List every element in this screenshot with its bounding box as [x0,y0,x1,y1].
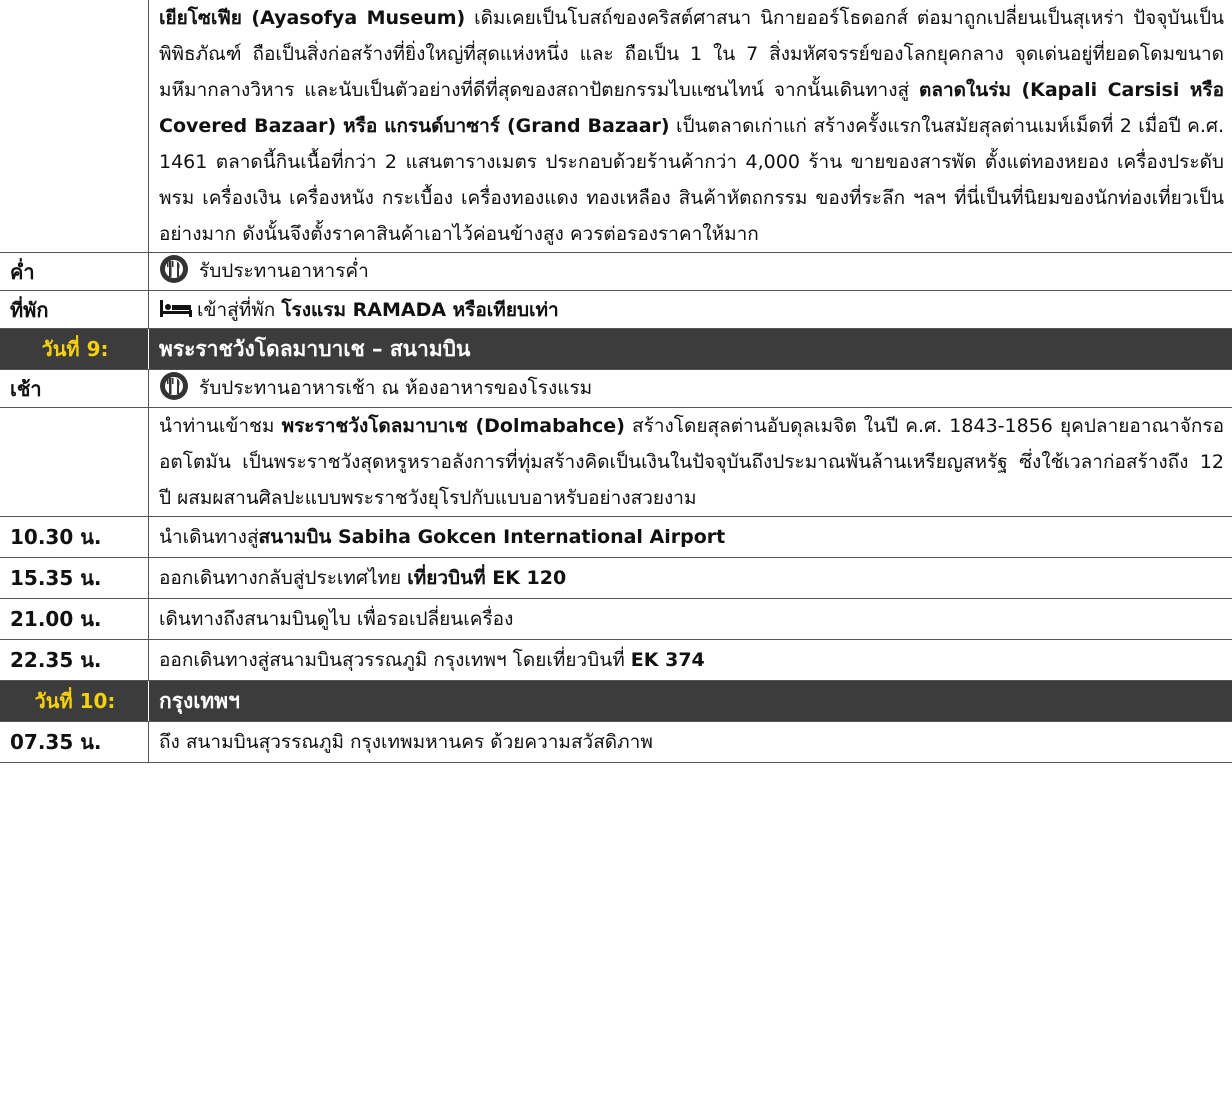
flight-number: EK 374 [630,649,705,671]
highlight-text: พระราชวังโดลมาบาเช (Dolmabahce) [281,415,625,437]
table-row: ที่พัก เข้าสู่ที่พัก โรงแรม RAMADA หรือเ… [0,290,1232,329]
table-row: 10.30 น. นำเดินทางสู่สนามบิน Sabiha Gokc… [0,516,1232,558]
description-cell: นำท่านเข้าชม พระราชวังโดลมาบาเช (Dolmaba… [148,407,1232,517]
time-cell: เช้า [0,369,149,408]
time-cell: 07.35 น. [0,721,149,763]
day-label: วันที่ 9: [0,328,149,370]
event-bold: สนามบิน Sabiha Gokcen International Airp… [258,526,726,548]
description-cell: รับประทานอาหารค่ำ [148,252,1232,291]
meal-text: รับประทานอาหารเช้า ณ ห้องอาหารของโรงแรม [199,377,593,399]
table-row: 22.35 น. ออกเดินทางสู่สนามบินสุวรรณภูมิ … [0,639,1232,681]
day-title: พระราชวังโดลมาบาเช – สนามบิน [148,328,1232,370]
hotel-name: โรงแรม RAMADA หรือเทียบเท่า [281,298,559,321]
day-header-row: วันที่ 9: พระราชวังโดลมาบาเช – สนามบิน [0,328,1232,370]
hotel-text: เข้าสู่ที่พัก [197,298,282,321]
table-row: เยียโซเฟีย (Ayasofya Museum) เดิมเคยเป็น… [0,0,1232,253]
description-cell: เดินทางถึงสนามบินดูไบ เพื่อรอเปลี่ยนเครื… [148,598,1232,640]
description-cell: ถึง สนามบินสุวรรณภูมิ กรุงเทพมหานคร ด้วย… [148,721,1232,763]
meal-text: รับประทานอาหารค่ำ [199,260,369,282]
description-cell: เยียโซเฟีย (Ayasofya Museum) เดิมเคยเป็น… [148,0,1232,253]
event-text: ออกเดินทางกลับสู่ประเทศไทย [159,567,408,589]
time-cell: 21.00 น. [0,598,149,640]
time-cell [0,407,149,517]
table-row: นำท่านเข้าชม พระราชวังโดลมาบาเช (Dolmaba… [0,407,1232,517]
flight-number: เที่ยวบินที่ EK 120 [407,567,567,589]
restaurant-icon [159,254,189,289]
day-header-row: วันที่ 10: กรุงเทพฯ [0,680,1232,722]
table-row: 15.35 น. ออกเดินทางกลับสู่ประเทศไทย เที่… [0,557,1232,599]
time-cell: ที่พัก [0,290,149,329]
time-cell: 10.30 น. [0,516,149,558]
table-row: เช้า รับประทานอาหารเช้า ณ ห้องอาหารของโร… [0,369,1232,408]
table-row: 21.00 น. เดินทางถึงสนามบินดูไบ เพื่อรอเป… [0,598,1232,640]
description-cell: ออกเดินทางกลับสู่ประเทศไทย เที่ยวบินที่ … [148,557,1232,599]
time-cell: ค่ำ [0,252,149,291]
description-cell: นำเดินทางสู่สนามบิน Sabiha Gokcen Intern… [148,516,1232,558]
description-cell: ออกเดินทางสู่สนามบินสุวรรณภูมิ กรุงเทพฯ … [148,639,1232,681]
day-label: วันที่ 10: [0,680,149,722]
highlight-text: เยียโซเฟีย (Ayasofya Museum) [159,7,466,29]
body-text: นำท่านเข้าชม [159,415,282,437]
event-text: นำเดินทางสู่ [159,526,259,548]
table-row: 07.35 น. ถึง สนามบินสุวรรณภูมิ กรุงเทพมห… [0,721,1232,763]
bed-icon [159,298,193,323]
description-cell: เข้าสู่ที่พัก โรงแรม RAMADA หรือเทียบเท่… [148,290,1232,329]
table-row: ค่ำ รับประทานอาหารค่ำ [0,252,1232,291]
time-cell [0,0,149,253]
description-cell: รับประทานอาหารเช้า ณ ห้องอาหารของโรงแรม [148,369,1232,408]
day-title: กรุงเทพฯ [148,680,1232,722]
time-cell: 15.35 น. [0,557,149,599]
itinerary-table: เยียโซเฟีย (Ayasofya Museum) เดิมเคยเป็น… [0,0,1232,763]
restaurant-icon [159,371,189,406]
event-text: ออกเดินทางสู่สนามบินสุวรรณภูมิ กรุงเทพฯ … [159,649,631,671]
time-cell: 22.35 น. [0,639,149,681]
